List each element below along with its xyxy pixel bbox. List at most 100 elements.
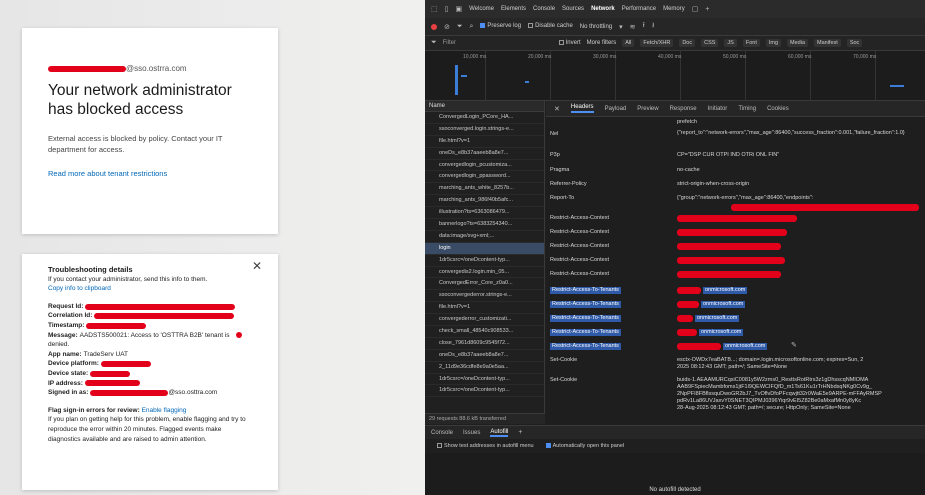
request-row[interactable]: close_7961d8609c9545f72... bbox=[425, 338, 544, 350]
record-icon[interactable] bbox=[431, 23, 437, 30]
redaction bbox=[677, 287, 701, 294]
dock-icon[interactable]: ▣ bbox=[455, 5, 462, 13]
timeline-tick: 20,000 ms bbox=[528, 54, 552, 60]
drawer-tab-autofill[interactable]: Autofill bbox=[490, 429, 509, 437]
preserve-log-checkbox[interactable]: Preserve log bbox=[480, 23, 521, 30]
filter-chip-fetch[interactable]: Fetch/XHR bbox=[640, 39, 674, 47]
request-row[interactable]: oneDs_e8b37aaeeb8a8e7... bbox=[425, 350, 544, 362]
tab-console[interactable]: Console bbox=[533, 6, 555, 12]
signed-in-email: @sso.ostrra.com bbox=[48, 64, 252, 73]
request-row[interactable]: convergedlogin_ppassword... bbox=[425, 171, 544, 184]
tenant-restrictions-link[interactable]: Read more about tenant restrictions bbox=[48, 169, 252, 178]
add-tab-icon[interactable]: + bbox=[705, 6, 709, 13]
chevron-down-icon[interactable]: ▾ bbox=[619, 23, 623, 31]
upload-icon[interactable]: ⭱ bbox=[643, 21, 645, 32]
request-row[interactable]: 1dr5csrc=/oneDcontent-typ... bbox=[425, 255, 544, 267]
device-toolbar-icon[interactable]: ▯ bbox=[445, 5, 449, 13]
network-timeline[interactable]: 10,000 ms 20,000 ms 30,000 ms 40,000 ms … bbox=[425, 51, 925, 101]
header-value-report-to: {"group":"network-errors","max_age":8640… bbox=[677, 195, 814, 201]
inspect-icon[interactable]: ⬚ bbox=[431, 5, 438, 13]
timeline-tick: 30,000 ms bbox=[593, 54, 617, 60]
enable-flagging-link[interactable]: Enable flagging bbox=[142, 407, 187, 414]
redaction bbox=[677, 271, 781, 278]
waterfall-bar bbox=[890, 85, 904, 87]
request-row[interactable]: marching_ants_white_8257b... bbox=[425, 183, 544, 196]
tab-performance[interactable]: Performance bbox=[622, 6, 656, 12]
disable-cache-checkbox[interactable]: Disable cache bbox=[528, 23, 573, 30]
request-row-selected[interactable]: login bbox=[425, 242, 544, 255]
download-icon[interactable]: ⭳ bbox=[652, 21, 654, 32]
request-row[interactable]: file.html?v=1 bbox=[425, 136, 544, 148]
request-row[interactable]: file.html?v=1 bbox=[425, 302, 544, 315]
redaction bbox=[677, 229, 787, 236]
tab-preview[interactable]: Preview bbox=[637, 106, 658, 112]
request-row[interactable]: ConvergedLogin_PCore_HA... bbox=[425, 112, 544, 124]
request-row[interactable]: illustration?ts=6363086479... bbox=[425, 207, 544, 220]
auto-open-panel-checkbox[interactable]: Automatically open this panel bbox=[545, 443, 624, 449]
filter-chip-doc[interactable]: Doc bbox=[679, 39, 696, 47]
header-value-referrer-policy: strict-origin-when-cross-origin bbox=[677, 181, 750, 187]
request-row[interactable]: oneDs_e8b37aaeeb8a8e7... bbox=[425, 148, 544, 160]
request-summary: 29 requests 88.6 kB transferred bbox=[425, 413, 545, 424]
show-test-addresses-checkbox[interactable]: Show test addresses in autofill menu bbox=[437, 443, 534, 449]
close-icon[interactable]: ✕ bbox=[252, 260, 262, 272]
filter-chip-css[interactable]: CSS bbox=[701, 39, 719, 47]
tab-initiator[interactable]: Initiator bbox=[708, 106, 728, 112]
filter-chip-manifest[interactable]: Manifest bbox=[814, 39, 841, 47]
tab-sources[interactable]: Sources bbox=[562, 6, 584, 12]
request-row[interactable]: marching_ants_986f40b5afc... bbox=[425, 195, 544, 208]
invert-checkbox[interactable]: Invert bbox=[558, 39, 581, 46]
tab-network[interactable]: Network bbox=[591, 6, 615, 12]
drawer-tab-issues[interactable]: Issues bbox=[463, 430, 480, 436]
header-value-set-cookie: esctx-OWDx7eaBATB...; domain=.login.micr… bbox=[677, 357, 864, 363]
header-name-restrict-access-to-tenants: Restrict-Access-To-Tenants bbox=[550, 343, 621, 350]
request-row[interactable]: convergedis2.login.min_05... bbox=[425, 267, 544, 279]
drawer-tab-console[interactable]: Console bbox=[431, 430, 453, 436]
timeline-tick: 60,000 ms bbox=[788, 54, 812, 60]
close-icon[interactable]: ✕ bbox=[554, 105, 560, 113]
request-row[interactable]: 1dr5csrc=/oneDcontent-typ... bbox=[425, 385, 544, 398]
tab-welcome[interactable]: Welcome bbox=[469, 6, 494, 12]
request-row[interactable]: 1dr5csrc=/oneDcontent-typ... bbox=[425, 374, 544, 386]
tab-elements[interactable]: Elements bbox=[501, 6, 526, 12]
name-column-header[interactable]: Name bbox=[425, 101, 544, 112]
throttling-select[interactable]: No throttling bbox=[580, 24, 612, 30]
request-row[interactable]: check_small_48540c908533... bbox=[425, 326, 544, 338]
request-row[interactable]: bannerlogo?ts=6383254340... bbox=[425, 219, 544, 231]
request-row[interactable]: convergederror_customizati... bbox=[425, 314, 544, 327]
search-icon[interactable]: ⌕ bbox=[469, 23, 473, 31]
tab-headers[interactable]: Headers bbox=[570, 104, 594, 113]
tab-payload[interactable]: Payload bbox=[605, 106, 627, 112]
request-row[interactable]: ssoconverged.login.strings-e... bbox=[425, 124, 544, 136]
filter-chip-all[interactable]: All bbox=[622, 39, 635, 47]
detail-tabs: ✕ Headers Payload Preview Response Initi… bbox=[546, 101, 925, 117]
filter-icon[interactable]: ⏷ bbox=[457, 23, 463, 31]
filter-chip-js[interactable]: JS bbox=[724, 39, 737, 47]
tab-response[interactable]: Response bbox=[670, 106, 697, 112]
request-row[interactable]: data:image/svg+xml;... bbox=[425, 231, 544, 243]
filter-chip-font[interactable]: Font bbox=[742, 39, 760, 47]
more-filters-button[interactable]: More filters bbox=[587, 40, 617, 46]
copy-info-link[interactable]: Copy info to clipboard bbox=[48, 284, 252, 294]
filter-chip-socket[interactable]: Soc bbox=[846, 39, 863, 47]
request-row[interactable]: convergedlogin_pcustomiza... bbox=[425, 160, 544, 172]
more-tabs-icon[interactable]: ▢ bbox=[692, 5, 699, 13]
redaction bbox=[677, 343, 721, 350]
redaction bbox=[90, 370, 131, 377]
request-row[interactable]: ssoconvergederror.strings-e... bbox=[425, 290, 544, 303]
request-row[interactable]: 2_11d9e36cdfe8e9a0e5aa... bbox=[425, 362, 544, 374]
tab-timing[interactable]: Timing bbox=[738, 106, 756, 112]
tab-memory[interactable]: Memory bbox=[663, 6, 685, 12]
ip-address-row: IP address: bbox=[48, 379, 252, 389]
filter-chip-img[interactable]: Img bbox=[765, 39, 782, 47]
filter-chip-media[interactable]: Media bbox=[787, 39, 809, 47]
request-row[interactable]: ConvergedError_Core_z0a0... bbox=[425, 278, 544, 291]
tab-cookies[interactable]: Cookies bbox=[767, 106, 789, 112]
wifi-icon[interactable]: ≋ bbox=[630, 23, 636, 31]
edit-icon[interactable]: ✎ bbox=[791, 341, 797, 349]
filter-input[interactable]: Filter bbox=[443, 40, 553, 46]
add-drawer-tab-icon[interactable]: + bbox=[518, 429, 522, 436]
flag-description: If you plan on getting help for this pro… bbox=[48, 416, 246, 443]
device-platform-row: Device platform: bbox=[48, 359, 252, 369]
clear-icon[interactable]: ⊘ bbox=[444, 23, 450, 31]
